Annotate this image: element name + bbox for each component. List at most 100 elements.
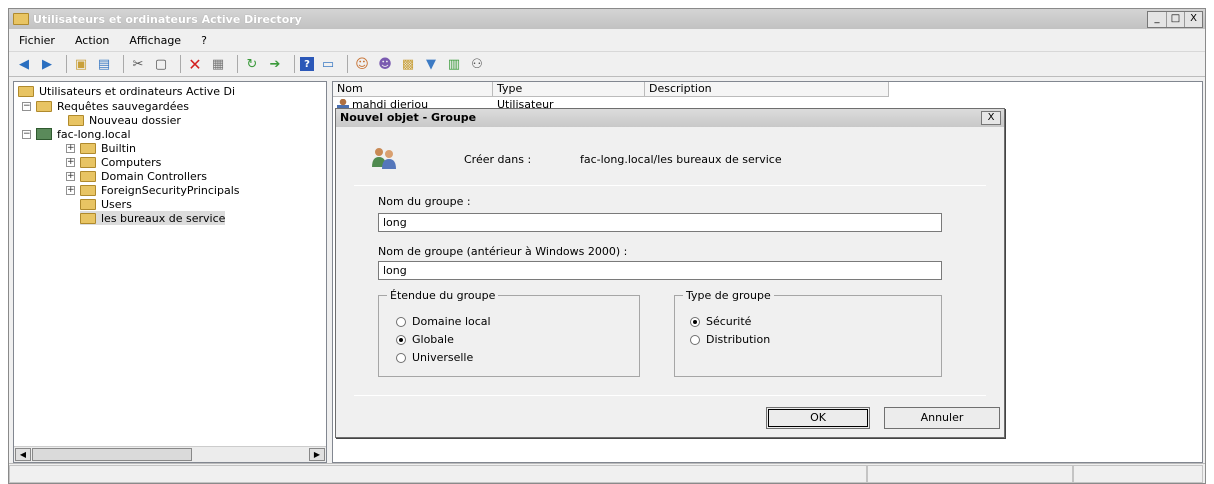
tree-root-label: Utilisateurs et ordinateurs Active Di: [39, 84, 236, 98]
radio-label: Sécurité: [706, 315, 752, 328]
folder-icon: [80, 142, 96, 154]
domain-icon: [36, 128, 52, 140]
new-user-icon[interactable]: ☺: [353, 56, 371, 72]
pre2000-name-input[interactable]: long: [378, 261, 942, 280]
tree-item-users[interactable]: Users: [80, 197, 132, 211]
tree-item-label: les bureaux de service: [101, 211, 226, 225]
scroll-thumb[interactable]: [32, 448, 192, 461]
radio-label: Universelle: [412, 351, 474, 364]
group-scope-legend: Étendue du groupe: [390, 289, 496, 302]
add-to-group-icon[interactable]: ⚇: [468, 56, 486, 72]
export-icon[interactable]: ➔: [266, 56, 284, 72]
collapse-icon[interactable]: −: [22, 129, 31, 139]
toolbar-separator: [66, 55, 67, 73]
dialog-close-button[interactable]: X: [981, 111, 1001, 125]
properties-icon[interactable]: ▦: [209, 56, 227, 72]
toolbar-separator: [294, 55, 295, 73]
divider: [354, 185, 986, 186]
delete-icon[interactable]: ✕: [186, 55, 204, 74]
console-icon[interactable]: ▭: [319, 56, 337, 72]
toolbar: ◀ ▶ ▣ ▤ ✂ ▢ ✕ ▦ ↻ ➔ ? ▭ ☺ ☻ ▩ ▼ ▥ ⚇: [9, 52, 1205, 77]
tree-item-label: fac-long.local: [57, 127, 131, 141]
menu-fichier[interactable]: Fichier: [9, 34, 65, 47]
tree-item-label: Domain Controllers: [101, 169, 208, 183]
tree-root[interactable]: Utilisateurs et ordinateurs Active Di: [18, 84, 235, 98]
status-bar: [9, 463, 1205, 483]
tree-item-label: Computers: [101, 155, 162, 169]
horizontal-scrollbar[interactable]: ◀ ▶: [14, 446, 326, 462]
toolbar-separator: [347, 55, 348, 73]
tree-item-label: Users: [101, 197, 132, 211]
toolbar-separator: [237, 55, 238, 73]
radio-distribution[interactable]: Distribution: [690, 333, 770, 346]
expand-icon[interactable]: +: [66, 157, 75, 167]
tree-item-les-bureaux-de-service[interactable]: les bureaux de service: [80, 211, 226, 225]
menu-affichage[interactable]: Affichage: [119, 34, 191, 47]
maximize-button[interactable]: □: [1166, 12, 1184, 27]
find-icon[interactable]: ▥: [445, 56, 463, 72]
copy-icon[interactable]: ▢: [152, 56, 170, 72]
create-in-path: fac-long.local/les bureaux de service: [580, 153, 782, 166]
new-group-icon[interactable]: ☻: [376, 56, 394, 72]
up-folder-icon[interactable]: ▣: [72, 56, 90, 72]
group-type-legend: Type de groupe: [686, 289, 771, 302]
menu-action[interactable]: Action: [65, 34, 119, 47]
filter-icon[interactable]: ▼: [422, 56, 440, 72]
menu-help[interactable]: ?: [191, 34, 217, 47]
radio-securite[interactable]: Sécurité: [690, 315, 751, 328]
tree-item-domain[interactable]: − fac-long.local: [22, 127, 131, 141]
back-icon[interactable]: ◀: [15, 56, 33, 72]
group-icon: [372, 148, 396, 169]
create-in-label: Créer dans :: [464, 153, 532, 166]
radio-label: Distribution: [706, 333, 771, 346]
radio-domaine-local[interactable]: Domaine local: [396, 315, 491, 328]
tree-pane[interactable]: Utilisateurs et ordinateurs Active Di − …: [13, 81, 327, 463]
tree-item-saved-queries[interactable]: − Requêtes sauvegardées: [22, 99, 189, 113]
radio-circle-icon: [396, 316, 406, 327]
cancel-button[interactable]: Annuler: [884, 407, 1000, 429]
folder-icon: [36, 100, 52, 112]
window-controls: _ □ X: [1147, 11, 1203, 28]
help-icon[interactable]: ?: [300, 57, 314, 71]
radio-label: Domaine local: [412, 315, 491, 328]
new-group-dialog: Nouvel objet - Groupe X Créer dans : fac…: [335, 108, 1005, 438]
scroll-left-icon[interactable]: ◀: [15, 448, 31, 461]
group-name-input[interactable]: long: [378, 213, 942, 232]
column-header-type[interactable]: Type: [493, 82, 645, 97]
tree-item-new-folder[interactable]: Nouveau dossier: [68, 113, 181, 127]
tree-item-computers[interactable]: + Computers: [66, 155, 161, 169]
cut-icon[interactable]: ✂: [129, 56, 147, 72]
scroll-right-icon[interactable]: ▶: [309, 448, 325, 461]
radio-globale[interactable]: Globale: [396, 333, 454, 346]
folder-icon: [80, 184, 96, 196]
ou-folder-icon: [80, 170, 96, 182]
tree-item-builtin[interactable]: + Builtin: [66, 141, 136, 155]
expand-icon[interactable]: +: [66, 185, 75, 195]
status-pane: [9, 465, 867, 483]
radio-selected-icon: [690, 316, 700, 327]
list-header: Nom Type Description: [333, 82, 889, 97]
toolbar-separator: [123, 55, 124, 73]
close-button[interactable]: X: [1184, 12, 1202, 27]
menu-bar: Fichier Action Affichage ?: [9, 30, 1205, 52]
new-ou-icon[interactable]: ▩: [399, 56, 417, 72]
radio-universelle[interactable]: Universelle: [396, 351, 473, 364]
radio-selected-icon: [396, 334, 406, 345]
column-header-description[interactable]: Description: [645, 82, 889, 97]
show-tree-icon[interactable]: ▤: [95, 56, 113, 72]
forward-icon[interactable]: ▶: [38, 56, 56, 72]
title-bar[interactable]: Utilisateurs et ordinateurs Active Direc…: [9, 9, 1205, 29]
expand-icon[interactable]: +: [66, 143, 75, 153]
dialog-title[interactable]: Nouvel objet - Groupe: [336, 109, 1004, 127]
minimize-button[interactable]: _: [1148, 12, 1166, 27]
collapse-icon[interactable]: −: [22, 101, 31, 111]
status-pane: [1073, 465, 1203, 483]
column-header-nom[interactable]: Nom: [333, 82, 493, 97]
radio-circle-icon: [396, 352, 406, 363]
radio-label: Globale: [412, 333, 454, 346]
refresh-icon[interactable]: ↻: [243, 56, 261, 72]
ok-button[interactable]: OK: [766, 407, 870, 429]
expand-icon[interactable]: +: [66, 171, 75, 181]
tree-item-foreign-security-principals[interactable]: + ForeignSecurityPrincipals: [66, 183, 240, 197]
tree-item-domain-controllers[interactable]: + Domain Controllers: [66, 169, 207, 183]
